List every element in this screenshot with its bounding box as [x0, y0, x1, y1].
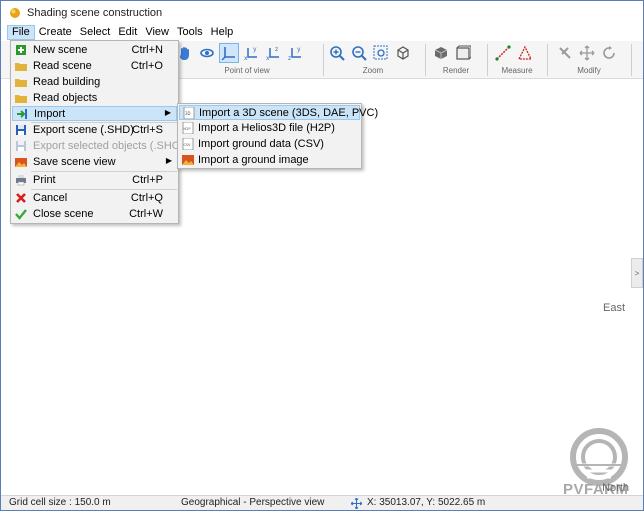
- menu-bar: File Create Select Edit View Tools Help: [1, 25, 643, 40]
- compass-east-label: East: [602, 302, 625, 314]
- csv-file-icon: CSV: [182, 138, 194, 150]
- submenu-item-import-helios[interactable]: H2P Import a Helios3D file (H2P): [179, 121, 360, 136]
- measure-angle-icon[interactable]: [515, 43, 535, 63]
- wireframe-cube-icon[interactable]: [453, 43, 473, 63]
- window-title: Shading scene construction: [27, 7, 163, 19]
- modify-group: Modify: [555, 41, 623, 79]
- image-icon: [182, 155, 194, 165]
- menu-item-read-objects[interactable]: Read objects: [12, 91, 177, 106]
- toolbar-separator: [425, 44, 426, 76]
- view-zy-icon[interactable]: zy: [285, 43, 305, 63]
- zoom-extent-icon[interactable]: [393, 43, 413, 63]
- svg-text:y: y: [297, 46, 301, 53]
- measure-distance-icon[interactable]: [493, 43, 513, 63]
- svg-text:x: x: [266, 55, 270, 61]
- cursor-coordinates: X: 35013.07, Y: 5022.65 m: [367, 497, 486, 508]
- measure-group: Measure: [493, 41, 541, 79]
- view-xz-icon[interactable]: xz: [263, 43, 283, 63]
- zoom-label: Zoom: [362, 66, 384, 75]
- svg-text:z: z: [288, 55, 291, 61]
- menu-item-export-scene[interactable]: Export scene (.SHD) Ctrl+S: [12, 123, 177, 138]
- view-xy-icon[interactable]: xy: [241, 43, 261, 63]
- folder-icon: [15, 95, 27, 103]
- folder-icon: [15, 79, 27, 87]
- h2p-file-icon: H2P: [182, 122, 194, 134]
- svg-text:CSV: CSV: [184, 143, 192, 147]
- axes-perspective-icon[interactable]: [219, 43, 239, 63]
- submenu-item-import-ground-data[interactable]: CSV Import ground data (CSV): [179, 137, 360, 152]
- render-label: Render: [442, 66, 470, 75]
- status-bar: Grid cell size : 150.0 m Geographical - …: [1, 495, 643, 510]
- pan-arrows-icon[interactable]: [577, 43, 597, 63]
- app-icon: [10, 8, 20, 18]
- check-icon: [15, 209, 27, 220]
- svg-text:3D: 3D: [185, 111, 191, 116]
- submenu-item-import-3d-scene[interactable]: 3D Import a 3D scene (3DS, DAE, PVC): [179, 105, 378, 120]
- cancel-icon: [16, 193, 26, 203]
- menu-item-save-scene-view[interactable]: Save scene view ▶: [12, 155, 177, 170]
- svg-text:y: y: [253, 46, 257, 53]
- import-icon: [17, 109, 27, 119]
- image-icon: [15, 158, 27, 167]
- folder-icon: [15, 63, 27, 71]
- 3d-file-icon: 3D: [183, 107, 195, 119]
- menu-file[interactable]: File: [7, 25, 35, 40]
- view-mode: Geographical - Perspective view: [181, 497, 325, 508]
- menu-item-read-scene[interactable]: Read scene Ctrl+O: [12, 59, 177, 74]
- menu-item-import[interactable]: Import ▶: [12, 106, 177, 121]
- compass-north-label: North: [602, 482, 629, 494]
- menu-item-cancel[interactable]: Cancel Ctrl+Q: [12, 191, 177, 206]
- svg-text:x: x: [244, 55, 248, 61]
- toolbar-separator: [547, 44, 548, 76]
- zoom-out-icon[interactable]: [349, 43, 369, 63]
- submenu-arrow-icon: ▶: [164, 108, 171, 117]
- menu-separator: [31, 189, 177, 190]
- file-menu-dropdown: New scene Ctrl+N Read scene Ctrl+O Read …: [10, 40, 184, 224]
- crosshair-move-icon: [351, 498, 362, 509]
- menu-create[interactable]: Create: [35, 25, 76, 40]
- shaded-cube-icon[interactable]: [431, 43, 451, 63]
- measure-label: Measure: [501, 66, 533, 75]
- point-of-view-group: xy xz zy Point of view: [175, 41, 319, 79]
- zoom-in-icon[interactable]: [327, 43, 347, 63]
- point-of-view-label: Point of view: [224, 66, 270, 75]
- import-submenu: 3D Import a 3D scene (3DS, DAE, PVC) H2P…: [177, 103, 378, 169]
- rotate-icon[interactable]: [599, 43, 619, 63]
- move-tool-icon[interactable]: [555, 43, 575, 63]
- menu-item-new-scene[interactable]: New scene Ctrl+N: [12, 43, 177, 58]
- menu-tools[interactable]: Tools: [173, 25, 207, 40]
- submenu-item-import-ground-image[interactable]: Import a ground image: [179, 153, 360, 168]
- menu-select[interactable]: Select: [76, 25, 115, 40]
- menu-item-print[interactable]: Print Ctrl+P: [12, 173, 177, 188]
- logo-mark-icon: [570, 428, 628, 486]
- toolbar-separator: [323, 44, 324, 76]
- render-group: Render: [431, 41, 481, 79]
- app-window: Shading scene construction File Create S…: [0, 0, 644, 511]
- svg-text:H2P: H2P: [184, 127, 191, 131]
- grid-cell-size: Grid cell size : 150.0 m: [9, 497, 111, 508]
- pvfarm-logo: PVFARM: [557, 353, 643, 498]
- toolbar-separator: [631, 44, 632, 76]
- menu-item-close-scene[interactable]: Close scene Ctrl+W: [12, 207, 177, 222]
- save-icon: [16, 141, 26, 151]
- side-panel-toggle[interactable]: >: [631, 258, 643, 288]
- save-icon: [16, 125, 26, 135]
- menu-help[interactable]: Help: [207, 25, 238, 40]
- new-scene-icon: [16, 45, 26, 55]
- printer-icon: [16, 175, 26, 186]
- menu-item-export-selected[interactable]: Export selected objects (.SHO): [12, 139, 184, 154]
- svg-text:z: z: [275, 46, 278, 53]
- zoom-group: Zoom: [327, 41, 419, 79]
- menu-view[interactable]: View: [141, 25, 173, 40]
- modify-label: Modify: [577, 66, 601, 75]
- menu-edit[interactable]: Edit: [114, 25, 141, 40]
- orbit-icon[interactable]: [197, 43, 217, 63]
- submenu-arrow-icon: ▶: [165, 156, 172, 165]
- zoom-window-icon[interactable]: [371, 43, 391, 63]
- title-bar: Shading scene construction: [1, 1, 643, 25]
- menu-separator: [31, 171, 177, 172]
- menu-item-read-building[interactable]: Read building: [12, 75, 177, 90]
- toolbar-separator: [487, 44, 488, 76]
